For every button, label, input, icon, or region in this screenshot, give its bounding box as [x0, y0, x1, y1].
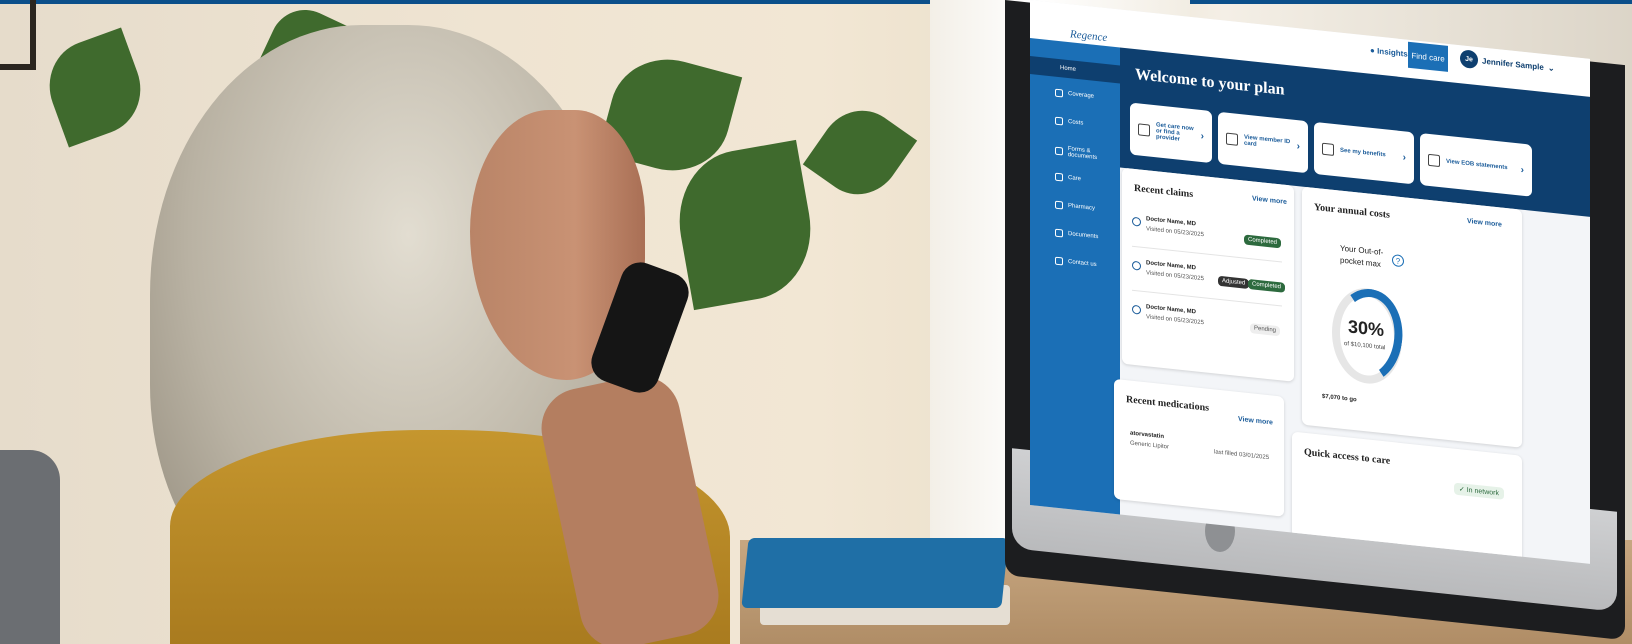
claims-view-more-link[interactable]: View more — [1252, 195, 1287, 206]
stethoscope-icon — [1132, 216, 1141, 227]
user-name: Jennifer Sample — [1482, 56, 1544, 72]
avatar: Je — [1460, 49, 1478, 70]
chevron-right-icon: › — [1296, 140, 1300, 152]
sidebar-item-coverage[interactable]: Coverage — [1055, 88, 1095, 101]
annual-costs-panel: Your annual costs View more Your Out-of-… — [1302, 186, 1522, 448]
sidebar-item-home[interactable]: Home — [1030, 56, 1120, 84]
claim-date: Visited on 05/23/2025 — [1146, 314, 1204, 327]
status-badge: Adjusted — [1218, 275, 1250, 290]
quick-access-title: Quick access to care — [1304, 446, 1391, 467]
recent-claims-panel: Recent claims View more Doctor Name, MD … — [1122, 167, 1294, 382]
blue-folder — [741, 538, 1009, 608]
chevron-right-icon: › — [1520, 164, 1524, 176]
chair — [0, 450, 60, 644]
picture-frame — [0, 0, 36, 70]
status-badge: Completed — [1248, 278, 1286, 293]
claim-row[interactable]: Doctor Name, MD Visited on 05/23/2025 Ad… — [1132, 254, 1286, 307]
stethoscope-icon — [1132, 304, 1141, 315]
quick-link-label: View member ID card — [1244, 134, 1291, 148]
heart-icon — [1055, 172, 1063, 182]
dollar-icon — [1055, 116, 1063, 126]
oop-label: Your Out-of-pocket max — [1340, 243, 1384, 269]
in-network-label: In network — [1466, 486, 1499, 498]
chevron-right-icon: › — [1200, 130, 1204, 142]
document-icon — [1055, 228, 1063, 238]
quick-link-label: View EOB statements — [1446, 158, 1508, 172]
find-care-button[interactable]: Find care — [1408, 41, 1448, 72]
monitor-screen: Regence ● Insights 2 Find care Je Jennif… — [1030, 0, 1590, 564]
insights-label: Insights — [1377, 46, 1408, 59]
sidebar-item-contact[interactable]: Contact us — [1055, 256, 1097, 269]
sidebar-item-label: Care — [1068, 174, 1082, 183]
recent-medications-panel: Recent medications View more atorvastati… — [1114, 378, 1284, 517]
sidebar-item-label: Costs — [1068, 118, 1084, 127]
bell-icon: ● — [1370, 45, 1375, 56]
help-icon[interactable]: ? — [1392, 254, 1404, 268]
chevron-down-icon: ⌄ — [1547, 62, 1555, 73]
document-icon — [1055, 146, 1063, 156]
sidebar-item-label: Contact us — [1068, 258, 1097, 269]
coverage-icon — [1055, 88, 1063, 98]
sidebar-item-label: Pharmacy — [1068, 202, 1096, 212]
stethoscope-icon — [1138, 123, 1150, 137]
medication-filled-date: last filled 03/01/2025 — [1214, 449, 1270, 462]
sidebar-item-documents[interactable]: Documents — [1055, 228, 1099, 242]
plant-leaf — [36, 27, 154, 148]
quick-link-member-id[interactable]: View member ID card › — [1218, 111, 1308, 174]
sidebar: Home Coverage Costs Forms & documents Ca… — [1030, 38, 1120, 518]
chat-icon — [1055, 256, 1063, 266]
sidebar-item-care[interactable]: Care — [1055, 172, 1082, 184]
in-network-badge: ✓ In network — [1453, 482, 1504, 500]
claim-doctor: Doctor Name, MD — [1146, 216, 1197, 228]
medications-view-more-link[interactable]: View more — [1238, 416, 1273, 427]
claim-date: Visited on 05/23/2025 — [1146, 226, 1204, 239]
user-menu[interactable]: Je Jennifer Sample ⌄ — [1460, 49, 1555, 77]
stethoscope-icon — [1132, 260, 1141, 271]
status-badge: Completed — [1244, 234, 1282, 249]
claim-doctor: Doctor Name, MD — [1146, 304, 1197, 316]
chevron-right-icon: › — [1402, 151, 1406, 164]
bar-chart-icon — [1322, 142, 1334, 156]
plant-leaf — [802, 94, 918, 211]
claim-doctor: Doctor Name, MD — [1146, 260, 1197, 272]
folder-icon — [1428, 153, 1440, 168]
top-accent-bar — [0, 0, 1632, 4]
quick-link-label: Get care now or find a provider — [1156, 122, 1194, 143]
claim-row[interactable]: Doctor Name, MD Visited on 05/23/2025 Co… — [1132, 210, 1282, 263]
sidebar-item-label: Home — [1060, 65, 1077, 73]
recent-claims-title: Recent claims — [1134, 182, 1194, 201]
pill-icon — [1055, 200, 1063, 210]
quick-link-benefits[interactable]: See my benefits › — [1314, 121, 1414, 185]
claim-row[interactable]: Doctor Name, MD Visited on 05/23/2025 Pe… — [1132, 299, 1282, 351]
oop-percent: 30% — [1348, 316, 1385, 341]
medication-generic: Generic Lipitor — [1130, 440, 1170, 451]
sidebar-item-pharmacy[interactable]: Pharmacy — [1055, 200, 1096, 213]
photo-scene: Regence ● Insights 2 Find care Je Jennif… — [0, 0, 1632, 644]
status-badge: Pending — [1250, 323, 1281, 337]
id-card-icon — [1226, 132, 1238, 146]
sidebar-item-costs[interactable]: Costs — [1055, 116, 1084, 128]
claim-date: Visited on 05/23/2025 — [1146, 270, 1204, 283]
regence-logo: Regence — [1070, 28, 1108, 45]
sidebar-item-forms[interactable]: Forms & documents — [1055, 145, 1120, 164]
sidebar-item-label: Forms & documents — [1067, 145, 1098, 162]
oop-remaining: $7,070 to go — [1322, 393, 1357, 404]
annual-costs-title: Your annual costs — [1314, 201, 1390, 221]
quick-link-label: See my benefits — [1340, 147, 1386, 159]
sidebar-item-label: Documents — [1068, 230, 1099, 241]
costs-view-more-link[interactable]: View more — [1467, 218, 1502, 229]
sidebar-item-label: Coverage — [1068, 90, 1095, 100]
recent-medications-title: Recent medications — [1126, 394, 1210, 414]
medication-name: atorvastatin — [1130, 430, 1165, 441]
quick-link-get-care[interactable]: Get care now or find a provider › — [1130, 102, 1212, 164]
